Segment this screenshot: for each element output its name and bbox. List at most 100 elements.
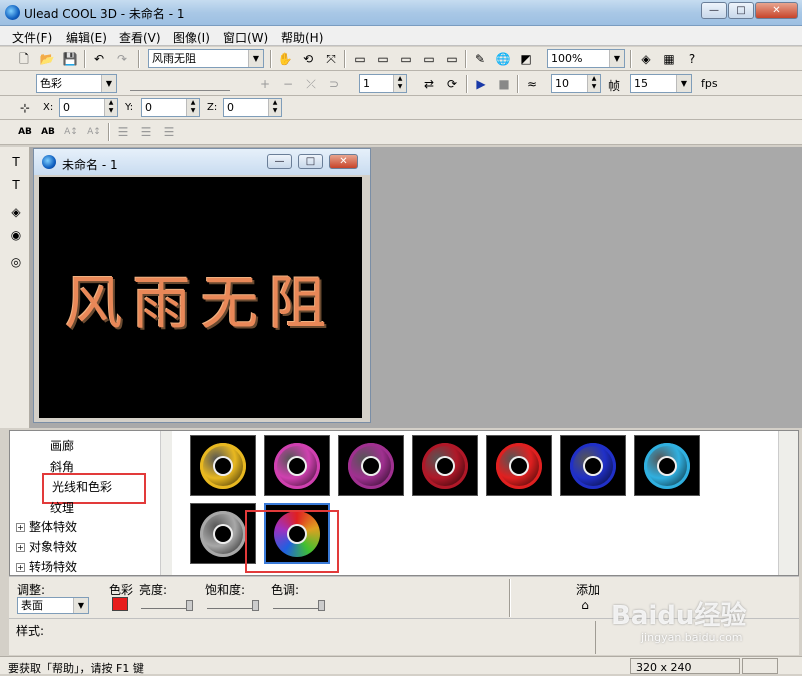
zoom-select[interactable]: 100% ▼ xyxy=(547,49,625,68)
insert-geometry-icon[interactable]: ◈ xyxy=(7,203,25,221)
menu-window[interactable]: 窗口(W) xyxy=(223,29,268,46)
insert-text-icon[interactable]: T xyxy=(7,153,25,171)
close-button[interactable]: ✕ xyxy=(755,2,798,19)
frame-count-select[interactable]: 15 ▼ xyxy=(630,74,692,93)
tree-group-transition[interactable]: + 转场特效 xyxy=(16,558,77,575)
redo-icon[interactable]: ↷ xyxy=(113,50,131,68)
tree-group-object[interactable]: + 对象特效 xyxy=(16,538,77,555)
doc-close-button[interactable]: ✕ xyxy=(329,154,358,169)
play-icon[interactable]: ▶ xyxy=(472,75,490,93)
help-pointer-icon[interactable]: ? xyxy=(683,50,701,68)
new-file-icon[interactable]: 🗋 xyxy=(15,50,33,68)
chevron-down-icon: ▼ xyxy=(73,598,88,613)
tree-item-gallery[interactable]: 画廊 xyxy=(50,437,74,454)
plugin-icon[interactable]: ◈ xyxy=(637,50,655,68)
doc-minimize-button[interactable]: — xyxy=(267,154,292,169)
y-input[interactable]: 0 ▲ ▼ xyxy=(141,98,200,117)
z-input[interactable]: 0 ▲ ▼ xyxy=(223,98,282,117)
smooth-icon[interactable]: ≈ xyxy=(523,75,541,93)
canvas-3d-text[interactable]: 风雨无阻 xyxy=(64,256,336,340)
stop-icon[interactable]: ■ xyxy=(495,75,513,93)
thumbnail-red[interactable] xyxy=(486,435,552,496)
undo-icon[interactable]: ↶ xyxy=(90,50,108,68)
front-view-icon[interactable]: ▭ xyxy=(351,50,369,68)
tree-scrollbar[interactable] xyxy=(160,431,172,575)
tree-group-global[interactable]: + 整体特效 xyxy=(16,518,77,535)
color-swatch[interactable] xyxy=(112,597,128,611)
globe-icon[interactable]: 🌐 xyxy=(494,50,512,68)
hue-slider[interactable] xyxy=(273,599,325,611)
menu-image[interactable]: 图像(I) xyxy=(173,29,210,46)
position-icon[interactable]: ⊹ xyxy=(16,99,34,117)
add-keyframe-icon[interactable]: + xyxy=(256,75,274,93)
render-canvas[interactable]: 风雨无阻 xyxy=(39,177,362,418)
maximize-button[interactable]: □ xyxy=(728,2,754,19)
adjust-select[interactable]: 表面 ▼ xyxy=(17,597,89,614)
side-view-icon[interactable]: ▭ xyxy=(397,50,415,68)
plus-icon[interactable]: + xyxy=(16,523,25,532)
menu-file[interactable]: 文件(F) xyxy=(12,29,52,46)
align-left-icon[interactable]: ☰ xyxy=(114,123,132,141)
plus-icon[interactable]: + xyxy=(16,563,25,572)
save-icon[interactable]: 💾 xyxy=(61,50,79,68)
thumbnail-gold[interactable] xyxy=(190,435,256,496)
menu-edit[interactable]: 编辑(E) xyxy=(66,29,107,46)
text-object-select[interactable]: 风雨无阻 ▼ xyxy=(148,49,264,68)
gallery-scrollbar[interactable] xyxy=(778,431,798,575)
frame-value: 1 xyxy=(363,77,370,90)
add-to-gallery-icon[interactable]: ⌂ xyxy=(576,596,594,614)
menu-help[interactable]: 帮助(H) xyxy=(281,29,323,46)
reverse-icon[interactable]: ⊃ xyxy=(325,75,343,93)
brightness-slider[interactable] xyxy=(141,599,193,611)
fps-input[interactable]: 10 ▲ ▼ xyxy=(551,74,601,93)
attribute-select[interactable]: 色彩 ▼ xyxy=(36,74,117,93)
frame-input[interactable]: 1 ▲ ▼ xyxy=(359,74,407,93)
saturation-slider[interactable] xyxy=(207,599,259,611)
light-icon[interactable]: ✎ xyxy=(471,50,489,68)
x-input[interactable]: 0 ▲ ▼ xyxy=(59,98,118,117)
font-size-decrease-icon[interactable]: AB xyxy=(39,123,57,141)
rotate-object-icon[interactable]: ⟲ xyxy=(299,50,317,68)
spin-arrows-icon[interactable]: ▲ ▼ xyxy=(587,75,600,92)
spin-arrows-icon[interactable]: ▲ ▼ xyxy=(186,99,199,116)
object-manager-icon[interactable]: ◎ xyxy=(7,253,25,271)
align-right-icon[interactable]: ☰ xyxy=(160,123,178,141)
align-center-icon[interactable]: ☰ xyxy=(137,123,155,141)
insert-shape-icon[interactable]: ◉ xyxy=(7,226,25,244)
bottom-view-icon[interactable]: ▭ xyxy=(420,50,438,68)
spin-arrows-icon[interactable]: ▲ ▼ xyxy=(393,75,406,92)
timeline-slider[interactable] xyxy=(130,75,230,91)
thumbnail-blue[interactable] xyxy=(560,435,626,496)
remove-keyframe-icon[interactable]: − xyxy=(279,75,297,93)
palette-icon[interactable]: ▦ xyxy=(660,50,678,68)
doc-maximize-button[interactable]: □ xyxy=(298,154,323,169)
thumbnail-pink[interactable] xyxy=(264,435,330,496)
spin-arrows-icon[interactable]: ▲ ▼ xyxy=(104,99,117,116)
loop-icon[interactable]: ⇄ xyxy=(420,75,438,93)
thumbnail-cyan[interactable] xyxy=(634,435,700,496)
watermark-url: jingyan.baidu.com xyxy=(641,631,743,644)
edit-text-icon[interactable]: T xyxy=(7,176,25,194)
tree-item-texture[interactable]: 纹理 xyxy=(50,499,74,516)
top-view-icon[interactable]: ▭ xyxy=(374,50,392,68)
attribute-value: 色彩 xyxy=(40,77,62,90)
watermark-brand: Baidu经验 xyxy=(611,601,747,631)
minimize-button[interactable]: — xyxy=(701,2,727,19)
color-label: 色彩 xyxy=(109,583,134,597)
thumbnail-dark-red[interactable] xyxy=(412,435,478,496)
gear-icon xyxy=(496,442,542,489)
resize-object-icon[interactable]: ⤧ xyxy=(322,50,340,68)
char-spacing-increase-icon[interactable]: A↕ xyxy=(62,123,80,141)
repeat-icon[interactable]: ⟳ xyxy=(443,75,461,93)
thumbnail-purple[interactable] xyxy=(338,435,404,496)
camera-icon[interactable]: ◩ xyxy=(517,50,535,68)
open-folder-icon[interactable]: 📂 xyxy=(38,50,56,68)
menu-view[interactable]: 查看(V) xyxy=(119,29,161,46)
plus-icon[interactable]: + xyxy=(16,543,25,552)
font-size-increase-icon[interactable]: AB xyxy=(16,123,34,141)
back-view-icon[interactable]: ▭ xyxy=(443,50,461,68)
split-icon[interactable]: ⤫ xyxy=(302,75,320,93)
hand-move-icon[interactable]: ✋ xyxy=(276,50,294,68)
char-spacing-decrease-icon[interactable]: A↕ xyxy=(85,123,103,141)
spin-arrows-icon[interactable]: ▲ ▼ xyxy=(268,99,281,116)
